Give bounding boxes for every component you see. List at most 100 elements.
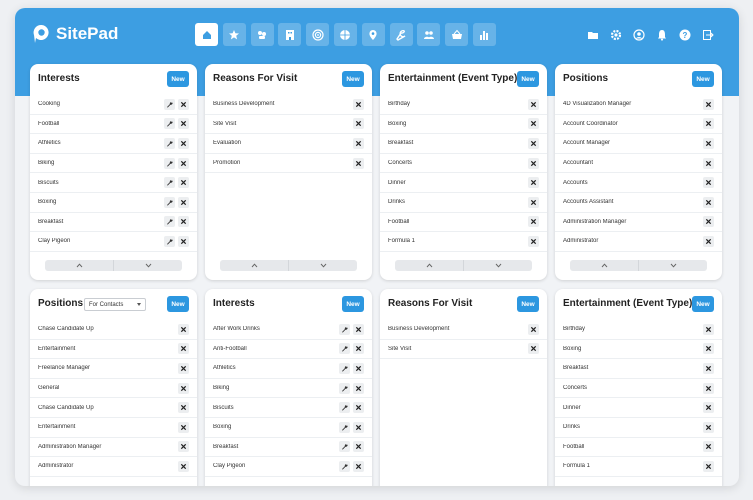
user-button[interactable] xyxy=(632,28,645,41)
list-item[interactable]: Accounts Assistant xyxy=(555,193,722,213)
delete-button[interactable] xyxy=(703,460,714,472)
delete-button[interactable] xyxy=(353,343,364,355)
list-item[interactable]: Drinks xyxy=(380,193,547,213)
new-button[interactable]: New xyxy=(692,296,714,312)
edit-button[interactable] xyxy=(339,362,350,374)
scroll-down-button[interactable] xyxy=(463,260,532,271)
list-item[interactable]: Administration Manager xyxy=(555,213,722,233)
delete-button[interactable] xyxy=(703,362,714,374)
list-item[interactable]: Cooking xyxy=(30,95,197,115)
list-item[interactable]: Administrator xyxy=(555,232,722,252)
list-item[interactable]: Account Manager xyxy=(555,134,722,154)
list-item[interactable]: Breakfast xyxy=(555,359,722,379)
new-button[interactable]: New xyxy=(342,296,364,312)
delete-button[interactable] xyxy=(178,216,189,228)
delete-button[interactable] xyxy=(703,235,714,247)
nav-button-building[interactable] xyxy=(278,23,302,46)
list-item[interactable]: Breakfast xyxy=(30,213,197,233)
new-button[interactable]: New xyxy=(517,71,539,87)
delete-button[interactable] xyxy=(703,441,714,453)
bell-button[interactable] xyxy=(655,28,668,41)
edit-button[interactable] xyxy=(164,177,175,189)
list-item[interactable]: Biking xyxy=(30,154,197,174)
list-item[interactable]: Dinner xyxy=(380,173,547,193)
list-item[interactable]: Athletics xyxy=(30,134,197,154)
list-item[interactable]: Chase Candidate Up xyxy=(30,320,197,340)
scroll-up-button[interactable] xyxy=(45,260,113,271)
logout-button[interactable] xyxy=(701,28,714,41)
nav-button-basket[interactable] xyxy=(445,23,469,46)
edit-button[interactable] xyxy=(164,118,175,130)
delete-button[interactable] xyxy=(703,382,714,394)
list-item[interactable]: General xyxy=(30,379,197,399)
list-item[interactable]: Freelance Manager xyxy=(30,359,197,379)
delete-button[interactable] xyxy=(178,460,189,472)
edit-button[interactable] xyxy=(339,402,350,414)
delete-button[interactable] xyxy=(703,216,714,228)
delete-button[interactable] xyxy=(178,382,189,394)
nav-button-people[interactable] xyxy=(417,23,441,46)
delete-button[interactable] xyxy=(703,196,714,208)
list-item[interactable]: Birthday xyxy=(380,95,547,115)
edit-button[interactable] xyxy=(164,235,175,247)
list-item[interactable]: After Work Drinks xyxy=(205,320,372,340)
list-item[interactable]: Entertainment xyxy=(30,340,197,360)
list-item[interactable]: Breakfast xyxy=(205,438,372,458)
delete-button[interactable] xyxy=(353,362,364,374)
delete-button[interactable] xyxy=(353,98,364,110)
delete-button[interactable] xyxy=(178,177,189,189)
list-item[interactable]: Anti-Football xyxy=(205,340,372,360)
delete-button[interactable] xyxy=(178,235,189,247)
delete-button[interactable] xyxy=(353,323,364,335)
new-button[interactable]: New xyxy=(167,71,189,87)
gear-button[interactable] xyxy=(609,28,622,41)
edit-button[interactable] xyxy=(339,421,350,433)
list-item[interactable]: Evaluation xyxy=(205,134,372,154)
delete-button[interactable] xyxy=(353,157,364,169)
list-item[interactable]: Account Coordinator xyxy=(555,115,722,135)
list-item[interactable]: Formula 1 xyxy=(555,457,722,477)
edit-button[interactable] xyxy=(164,196,175,208)
delete-button[interactable] xyxy=(178,421,189,433)
delete-button[interactable] xyxy=(528,216,539,228)
list-item[interactable]: Dinner xyxy=(555,398,722,418)
list-item[interactable]: Breakfast xyxy=(380,134,547,154)
scroll-down-button[interactable] xyxy=(638,260,707,271)
delete-button[interactable] xyxy=(703,402,714,414)
delete-button[interactable] xyxy=(353,421,364,433)
nav-button-tools[interactable] xyxy=(389,23,413,46)
list-item[interactable]: Site Visit xyxy=(205,115,372,135)
delete-button[interactable] xyxy=(703,118,714,130)
delete-button[interactable] xyxy=(703,157,714,169)
list-item[interactable]: Biking xyxy=(205,379,372,399)
delete-button[interactable] xyxy=(178,362,189,374)
new-button[interactable]: New xyxy=(342,71,364,87)
edit-button[interactable] xyxy=(339,460,350,472)
edit-button[interactable] xyxy=(339,441,350,453)
edit-button[interactable] xyxy=(164,98,175,110)
scroll-down-button[interactable] xyxy=(113,260,182,271)
delete-button[interactable] xyxy=(528,343,539,355)
delete-button[interactable] xyxy=(353,137,364,149)
list-item[interactable]: Birthday xyxy=(555,320,722,340)
nav-button-home[interactable] xyxy=(195,23,218,46)
delete-button[interactable] xyxy=(178,137,189,149)
edit-button[interactable] xyxy=(164,157,175,169)
list-item[interactable]: Football xyxy=(380,213,547,233)
list-item[interactable]: Boxing xyxy=(30,193,197,213)
list-item[interactable]: Concerts xyxy=(380,154,547,174)
list-item[interactable]: Administration Manager xyxy=(30,438,197,458)
delete-button[interactable] xyxy=(353,118,364,130)
nav-button-chart[interactable] xyxy=(472,23,496,46)
scroll-up-button[interactable] xyxy=(220,260,288,271)
new-button[interactable]: New xyxy=(692,71,714,87)
scroll-up-button[interactable] xyxy=(395,260,463,271)
list-item[interactable]: Athletics xyxy=(205,359,372,379)
list-item[interactable]: Boxing xyxy=(205,418,372,438)
list-item[interactable]: Clay Pigeon xyxy=(205,457,372,477)
list-item[interactable]: 4D Visualization Manager xyxy=(555,95,722,115)
help-button[interactable]: ? xyxy=(678,28,691,41)
list-item[interactable]: Drinks xyxy=(555,418,722,438)
delete-button[interactable] xyxy=(528,196,539,208)
list-item[interactable]: Football xyxy=(30,115,197,135)
